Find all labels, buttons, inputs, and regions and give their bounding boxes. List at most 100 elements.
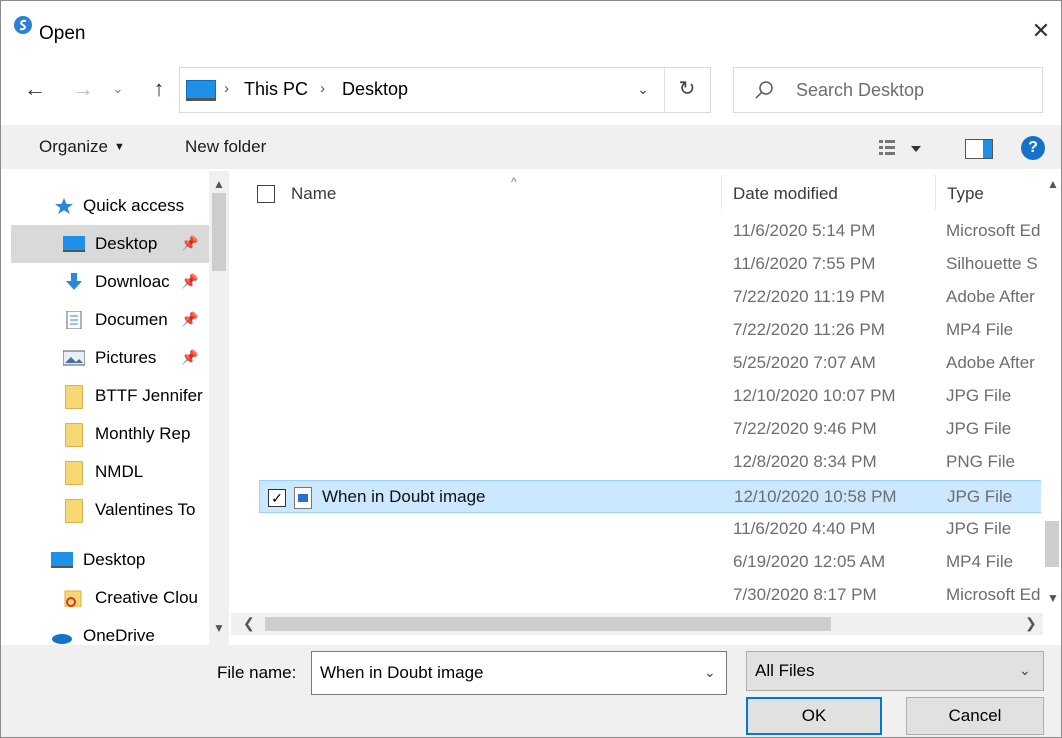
scroll-right-icon[interactable]: ❯	[1025, 615, 1037, 632]
sidebar-item-desktop-pinned[interactable]: Desktop 📌	[11, 225, 211, 263]
sidebar-item-documents[interactable]: Documen 📌	[11, 301, 211, 339]
address-bar[interactable]: › This PC › Desktop ⌄ ↻	[179, 67, 711, 113]
star-icon	[55, 198, 73, 214]
back-button[interactable]: ←	[21, 75, 49, 103]
sidebar-item-label: Quick access	[83, 196, 185, 215]
scroll-down-icon[interactable]: ▼	[1047, 591, 1059, 605]
navigation-scrollbar[interactable]: ▲ ▼	[209, 171, 229, 645]
scroll-up-icon[interactable]: ▲	[213, 177, 225, 191]
sidebar-item-label: Desktop	[95, 234, 158, 253]
pictures-icon	[63, 350, 85, 366]
folder-icon	[65, 423, 83, 447]
file-type: MP4 File	[946, 320, 1014, 339]
sidebar-item-label: OneDrive	[83, 626, 155, 645]
sidebar-item-nmdl[interactable]: NMDL	[11, 453, 211, 491]
file-row[interactable]: 7/30/2020 8:17 PM Microsoft Ed	[259, 579, 1049, 612]
file-date: 7/22/2020 11:26 PM	[733, 320, 885, 339]
recent-locations-button[interactable]: ⌄	[111, 79, 125, 99]
file-row[interactable]: 11/6/2020 7:55 PM Silhouette S	[259, 248, 1049, 281]
scroll-left-icon[interactable]: ❮	[243, 615, 255, 632]
file-row[interactable]: 6/19/2020 12:05 AM MP4 File	[259, 546, 1049, 579]
help-button[interactable]: ?	[1021, 136, 1045, 160]
search-box[interactable]: Search Desktop	[733, 67, 1043, 113]
sidebar-item-downloads[interactable]: Downloac 📌	[11, 263, 211, 301]
command-toolbar: Organize ▼ New folder ?	[1, 125, 1061, 169]
file-row[interactable]: 12/10/2020 10:07 PM JPG File	[259, 380, 1049, 413]
close-button[interactable]: ✕	[1025, 15, 1057, 47]
chevron-down-icon[interactable]: ⌄	[704, 664, 716, 681]
sidebar-item-label: Downloac	[95, 272, 170, 291]
row-checkbox[interactable]: ✓	[268, 489, 286, 507]
file-type: JPG File	[946, 419, 1012, 438]
file-date: 11/6/2020 4:40 PM	[733, 519, 876, 538]
new-folder-button[interactable]: New folder	[185, 137, 266, 157]
file-date: 5/25/2020 7:07 AM	[733, 353, 876, 372]
file-date: 12/8/2020 8:34 PM	[733, 452, 877, 471]
scroll-up-icon[interactable]: ▲	[1047, 177, 1059, 191]
file-date: 11/6/2020 5:14 PM	[733, 221, 876, 240]
column-divider[interactable]	[935, 175, 936, 209]
file-type: JPG File	[947, 487, 1013, 506]
sidebar-item-monthly-rep[interactable]: Monthly Rep	[11, 415, 211, 453]
sidebar-item-bttf-jennifer[interactable]: BTTF Jennifer	[11, 377, 211, 415]
file-row[interactable]: 7/22/2020 9:46 PM JPG File	[259, 413, 1049, 446]
search-input[interactable]: Search Desktop	[796, 80, 924, 101]
column-divider[interactable]	[721, 175, 722, 209]
sidebar-item-quick-access[interactable]: Quick access	[11, 187, 211, 225]
sidebar-item-creative-cloud[interactable]: Creative Clou	[11, 579, 211, 617]
scrollbar-thumb[interactable]	[212, 193, 226, 271]
file-row[interactable]: 7/22/2020 11:26 PM MP4 File	[259, 314, 1049, 347]
address-dropdown-button[interactable]: ⌄	[632, 78, 654, 100]
folder-icon	[65, 499, 83, 523]
sidebar-item-label: Valentines To	[95, 500, 196, 519]
file-date: 7/22/2020 11:19 PM	[733, 287, 885, 306]
sidebar-item-onedrive[interactable]: OneDrive	[11, 617, 211, 645]
file-row-selected[interactable]: ✓ When in Doubt image 12/10/2020 10:58 P…	[259, 480, 1049, 513]
change-view-button[interactable]	[877, 137, 933, 159]
sidebar-item-pictures[interactable]: Pictures 📌	[11, 339, 211, 377]
column-header-date-modified[interactable]: Date modified	[733, 184, 838, 204]
refresh-button[interactable]: ↻	[676, 77, 698, 101]
file-row[interactable]: 7/22/2020 11:19 PM Adobe After	[259, 281, 1049, 314]
onedrive-icon	[52, 634, 72, 644]
sidebar-item-desktop[interactable]: Desktop	[11, 541, 211, 579]
sidebar-item-label: Desktop	[83, 550, 146, 569]
file-date: 6/19/2020 12:05 AM	[733, 552, 886, 571]
file-name-field[interactable]: When in Doubt image ⌄	[311, 651, 727, 695]
organize-button[interactable]: Organize ▼	[39, 137, 125, 157]
sidebar-item-valentines[interactable]: Valentines To	[11, 491, 211, 529]
cancel-button[interactable]: Cancel	[906, 697, 1044, 735]
folder-icon	[65, 461, 83, 485]
scrollbar-thumb[interactable]	[265, 617, 831, 631]
sidebar-item-label: BTTF Jennifer	[95, 386, 203, 405]
scroll-down-icon[interactable]: ▼	[213, 621, 225, 635]
scrollbar-thumb[interactable]	[1045, 521, 1059, 567]
up-button[interactable]: ↑	[145, 75, 173, 103]
documents-icon	[66, 311, 82, 329]
file-list-vertical-scrollbar[interactable]: ▲ ▼	[1041, 171, 1061, 611]
window-title: Open	[39, 23, 86, 44]
select-all-checkbox[interactable]	[257, 185, 275, 203]
file-type: Adobe After	[946, 287, 1035, 306]
search-icon	[755, 81, 773, 99]
file-row[interactable]: 11/6/2020 5:14 PM Microsoft Ed	[259, 215, 1049, 248]
file-row[interactable]: 11/6/2020 4:40 PM JPG File	[259, 513, 1049, 546]
file-row[interactable]: 12/8/2020 8:34 PM PNG File	[259, 446, 1049, 479]
ok-button[interactable]: OK	[746, 697, 882, 735]
breadcrumb-separator: ›	[224, 80, 229, 97]
sidebar-item-label: Pictures	[95, 348, 157, 367]
pin-icon: 📌	[181, 235, 199, 251]
image-file-icon	[294, 487, 312, 509]
file-list: ^ Name Date modified Type 11/6/2020 5:14…	[231, 171, 1061, 645]
breadcrumb-desktop[interactable]: Desktop	[342, 79, 408, 100]
sidebar-item-label: Documen	[95, 310, 168, 329]
column-header-name[interactable]: Name	[291, 184, 336, 204]
column-header-type[interactable]: Type	[947, 184, 984, 204]
file-row[interactable]: 5/25/2020 7:07 AM Adobe After	[259, 347, 1049, 380]
preview-pane-button[interactable]	[965, 139, 993, 159]
file-list-horizontal-scrollbar[interactable]: ❮ ❯	[231, 613, 1043, 635]
file-type-select[interactable]: All Files ⌄	[746, 651, 1044, 691]
breadcrumb-this-pc[interactable]: This PC	[244, 79, 308, 100]
file-date: 12/10/2020 10:07 PM	[733, 386, 896, 405]
forward-button[interactable]: →	[69, 75, 97, 103]
